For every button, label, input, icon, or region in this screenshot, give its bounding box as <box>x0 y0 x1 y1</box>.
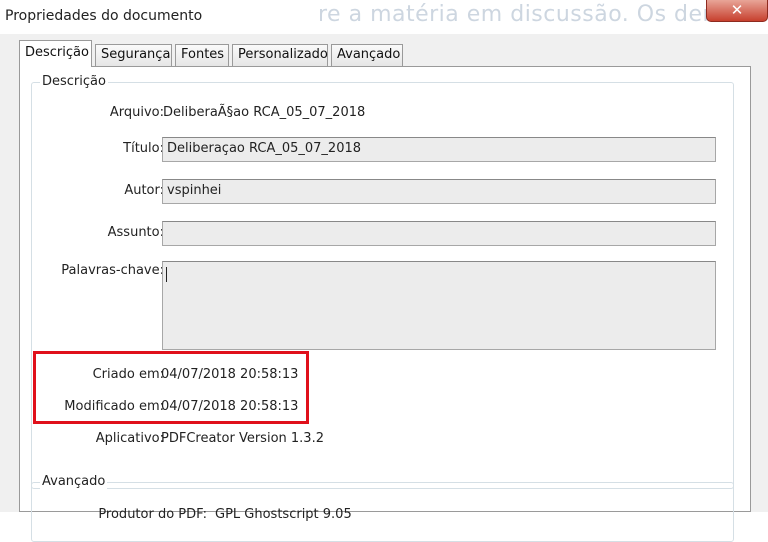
tab-personalizado[interactable]: Personalizado <box>232 44 328 66</box>
title-label: Título: <box>123 141 164 156</box>
subject-label: Assunto: <box>107 225 164 240</box>
background-document-text: re a matéria em discussão. Os demais <box>318 2 758 27</box>
tab-fontes[interactable]: Fontes <box>175 44 229 66</box>
author-field[interactable]: vspinhei <box>162 179 716 204</box>
subject-field[interactable] <box>162 221 716 246</box>
tab-avancado[interactable]: Avançado <box>331 44 403 66</box>
keywords-label: Palavras-chave: <box>61 263 164 278</box>
file-label: Arquivo: <box>109 105 164 120</box>
close-button[interactable]: ✕ <box>706 0 768 22</box>
dialog-body: Descrição Segurança Fontes Personalizado… <box>0 34 768 542</box>
pdf-producer-value: GPL Ghostscript 9.05 <box>215 507 352 522</box>
text-caret <box>166 267 167 282</box>
application-value: PDFCreator Version 1.3.2 <box>161 431 324 446</box>
window-title: Propriedades do documento <box>5 8 203 24</box>
advanced-legend: Avançado <box>40 474 108 489</box>
keywords-field[interactable] <box>162 261 716 350</box>
file-value: DeliberaÃ§ao RCA_05_07_2018 <box>163 105 366 120</box>
highlight-box <box>33 351 309 424</box>
tab-seguranca[interactable]: Segurança <box>95 44 172 66</box>
author-label: Autor: <box>124 183 164 198</box>
title-bar: re a matéria em discussão. Os demais Pro… <box>0 0 768 34</box>
title-field[interactable]: Deliberaçao RCA_05_07_2018 <box>162 137 716 162</box>
description-legend: Descrição <box>40 74 108 89</box>
pdf-producer-label: Produtor do PDF: <box>98 507 207 522</box>
application-label: Aplicativo: <box>95 431 164 446</box>
tab-descricao[interactable]: Descrição <box>19 40 92 67</box>
tab-page-descricao: Descrição Arquivo: DeliberaÃ§ao RCA_05_0… <box>19 66 751 542</box>
